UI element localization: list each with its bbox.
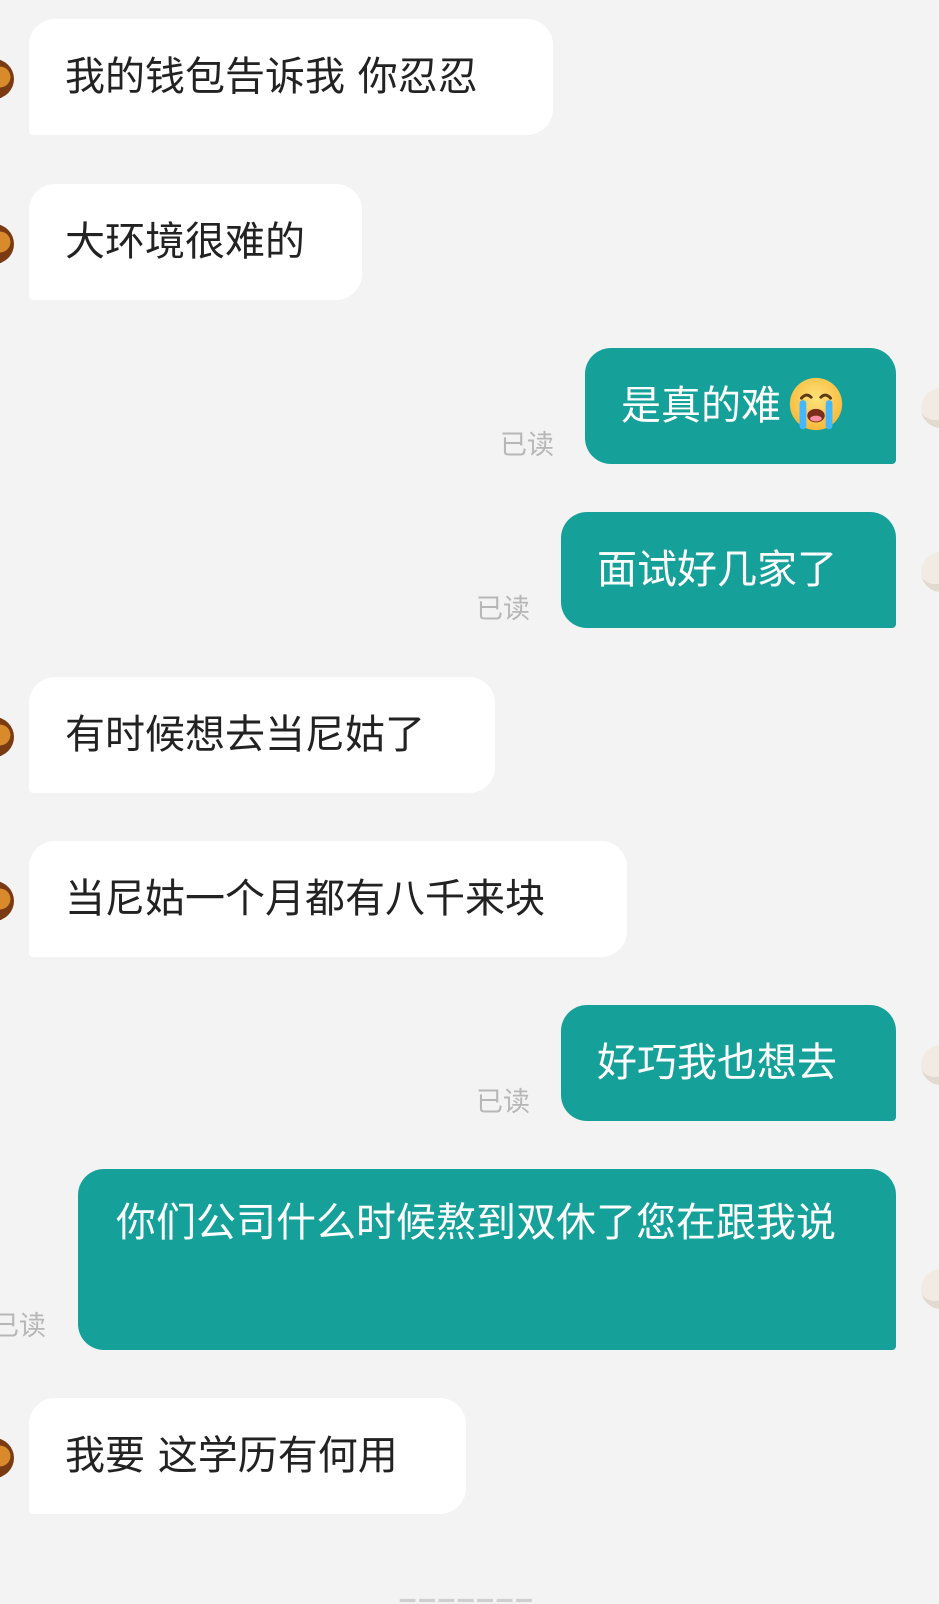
message-row: 当尼姑一个月都有八千来块 — [0, 841, 939, 957]
message-row: 我的钱包告诉我 你忍忍 — [0, 19, 939, 135]
scroll-indicator: ▁▁▁▁▁▁▁ — [400, 1578, 536, 1602]
read-receipt: 已读 — [476, 1087, 530, 1118]
incoming-message-bubble[interactable]: 我的钱包告诉我 你忍忍 — [29, 19, 553, 135]
message-row: 已读 是真的难 — [0, 348, 939, 464]
message-row: 大环境很难的 — [0, 184, 939, 300]
incoming-message-bubble[interactable]: 我要 这学历有何用 — [29, 1398, 466, 1514]
read-receipt: 已读 — [500, 430, 554, 461]
message-row: 已读 面试好几家了 — [0, 512, 939, 628]
outgoing-message-bubble[interactable]: 是真的难 — [585, 348, 896, 464]
read-receipt: 已读 — [0, 1311, 46, 1342]
user-avatar[interactable] — [921, 1269, 939, 1309]
crying-face-icon — [789, 377, 843, 431]
contact-avatar[interactable] — [0, 717, 14, 757]
message-row: 我要 这学历有何用 — [0, 1398, 939, 1514]
contact-avatar[interactable] — [0, 59, 14, 99]
read-receipt: 已读 — [476, 594, 530, 625]
incoming-message-bubble[interactable]: 大环境很难的 — [29, 184, 362, 300]
contact-avatar[interactable] — [0, 881, 14, 921]
contact-avatar[interactable] — [0, 1438, 14, 1478]
user-avatar[interactable] — [921, 388, 939, 428]
user-avatar[interactable] — [921, 552, 939, 592]
outgoing-message-bubble[interactable]: 好巧我也想去 — [561, 1005, 896, 1121]
outgoing-message-bubble[interactable]: 你们公司什么时候熬到双休了您在跟我说 — [78, 1169, 896, 1350]
incoming-message-bubble[interactable]: 当尼姑一个月都有八千来块 — [29, 841, 627, 957]
message-row: 有时候想去当尼姑了 — [0, 677, 939, 793]
message-row: 已读 好巧我也想去 — [0, 1005, 939, 1121]
user-avatar[interactable] — [921, 1045, 939, 1085]
message-row: 已读 你们公司什么时候熬到双休了您在跟我说 — [0, 1169, 939, 1350]
contact-avatar[interactable] — [0, 224, 14, 264]
incoming-message-bubble[interactable]: 有时候想去当尼姑了 — [29, 677, 495, 793]
outgoing-message-bubble[interactable]: 面试好几家了 — [561, 512, 896, 628]
message-text: 是真的难 — [621, 383, 781, 429]
